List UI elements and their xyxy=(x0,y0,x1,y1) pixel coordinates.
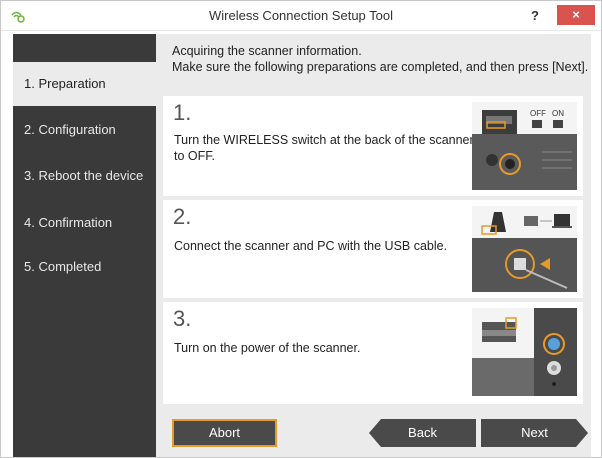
main-content: Acquiring the scanner information. Make … xyxy=(156,34,591,457)
off-label: OFF xyxy=(530,109,546,118)
abort-button[interactable]: Abort xyxy=(172,419,277,447)
instruction-text: Acquiring the scanner information. Make … xyxy=(172,43,588,75)
setup-window: Wireless Connection Setup Tool ? × 1. Pr… xyxy=(0,0,602,458)
power-button-illustration xyxy=(472,308,577,396)
sidebar: 1. Preparation 2. Configuration 3. Reboo… xyxy=(13,34,156,457)
close-button[interactable]: × xyxy=(557,5,595,25)
step-card-2: 2. Connect the scanner and PC with the U… xyxy=(163,200,583,298)
window-title: Wireless Connection Setup Tool xyxy=(208,8,394,23)
next-button[interactable]: Next xyxy=(481,419,588,447)
step-card-3: 3. Turn on the power of the scanner. xyxy=(163,302,583,404)
step-number: 2. xyxy=(173,204,192,229)
sidebar-item-confirmation: 4. Confirmation xyxy=(24,215,113,230)
sidebar-item-preparation: 1. Preparation xyxy=(13,62,156,106)
back-button[interactable]: Back xyxy=(369,419,476,447)
instruction-line-2: Make sure the following preparations are… xyxy=(172,60,589,74)
sidebar-item-reboot: 3. Reboot the device xyxy=(24,168,144,183)
on-label: ON xyxy=(552,109,564,118)
instruction-line-1: Acquiring the scanner information. xyxy=(172,44,362,58)
sidebar-item-completed: 5. Completed xyxy=(24,259,102,274)
step-number: 1. xyxy=(173,100,192,125)
step-number: 3. xyxy=(173,306,192,331)
help-button[interactable]: ? xyxy=(526,7,544,25)
sidebar-item-configuration: 2. Configuration xyxy=(24,122,116,137)
title-bar: Wireless Connection Setup Tool ? × xyxy=(1,1,601,31)
step-text: Connect the scanner and PC with the USB … xyxy=(174,239,448,253)
step-text: Turn on the power of the scanner. xyxy=(174,341,361,355)
step-card-1: 1. Turn the WIRELESS switch at the back … xyxy=(163,96,583,196)
back-label: Back xyxy=(408,425,437,440)
next-label: Next xyxy=(521,425,548,440)
usb-cable-illustration xyxy=(472,206,577,292)
wireless-switch-illustration: OFF ON xyxy=(472,102,577,190)
step-text: Turn the WIRELESS switch at the back of … xyxy=(174,133,474,163)
